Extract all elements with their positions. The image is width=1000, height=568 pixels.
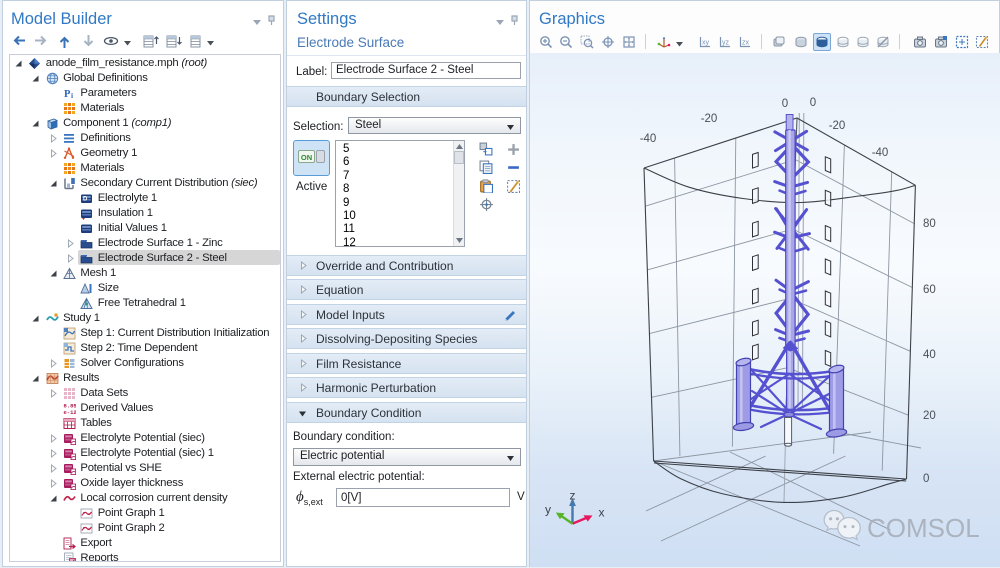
svg-text:i: i xyxy=(71,91,73,100)
svg-text:60: 60 xyxy=(923,284,936,296)
svg-text:D: D xyxy=(83,196,88,202)
svg-text:x: x xyxy=(599,506,605,520)
svg-text:z: z xyxy=(570,489,576,503)
svg-text:COMSOL: COMSOL xyxy=(867,513,980,543)
svg-text:-20: -20 xyxy=(829,120,846,132)
svg-text:0: 0 xyxy=(810,97,816,109)
svg-text:80: 80 xyxy=(923,218,936,230)
svg-text:yz: yz xyxy=(722,40,730,47)
svg-text:xy: xy xyxy=(702,40,710,47)
svg-text:P: P xyxy=(64,89,71,100)
svg-text:40: 40 xyxy=(923,349,936,361)
svg-text:-40: -40 xyxy=(640,133,657,145)
svg-text:20: 20 xyxy=(923,410,936,422)
svg-text:e-12: e-12 xyxy=(63,409,76,415)
svg-text:-20: -20 xyxy=(701,113,718,125)
svg-text:0: 0 xyxy=(782,98,788,110)
svg-text:y: y xyxy=(545,503,551,517)
svg-text:0: 0 xyxy=(923,473,929,485)
svg-text:-40: -40 xyxy=(872,147,889,159)
svg-text:zx: zx xyxy=(742,40,750,47)
